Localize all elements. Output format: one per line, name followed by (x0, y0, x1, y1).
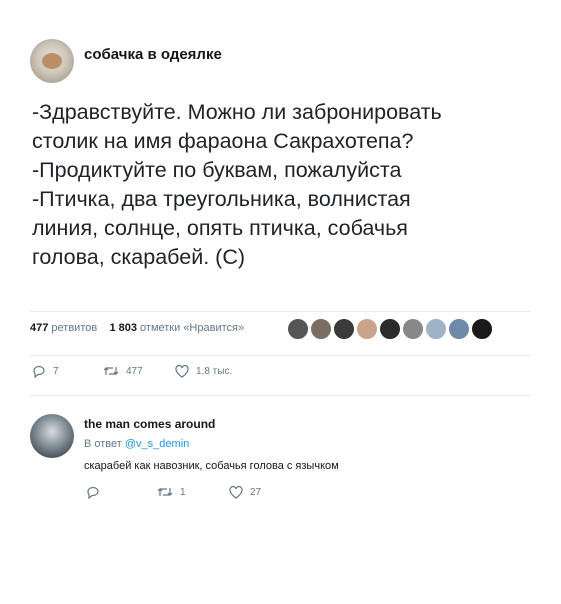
liker-avatar[interactable] (379, 318, 401, 340)
tweet-text-line: линия, солнце, опять птичка, собачья (32, 216, 408, 240)
author-avatar[interactable] (30, 39, 74, 83)
reply-retweet-count: 1 (180, 486, 186, 498)
like-count: 1,8 тыс. (196, 366, 233, 377)
likes-label: отметки «Нравится» (140, 322, 245, 334)
retweet-count: 477 (126, 365, 143, 377)
reply-reply-button[interactable] (86, 486, 107, 499)
divider (30, 355, 531, 356)
heart-icon (175, 365, 189, 378)
reply-context: В ответ @v_s_demin (84, 438, 189, 450)
retweet-button[interactable]: 477 (103, 365, 143, 377)
reply-icon (33, 365, 45, 378)
reply-button[interactable]: 7 (32, 365, 59, 378)
divider (30, 311, 531, 312)
reply-count: 7 (53, 366, 59, 377)
tweet-text-line: -Здравствуйте. Можно ли забронировать (32, 100, 442, 124)
heart-icon (229, 486, 243, 499)
reply-text: скарабей как навозник, собачья голова с … (84, 460, 339, 472)
liker-avatar[interactable] (310, 318, 332, 340)
likes-count: 1 803 (109, 322, 137, 334)
tweet-text-line: столик на имя фараона Сакрахотепа? (32, 129, 414, 153)
author-display-name[interactable]: собачка в одеялке (84, 46, 222, 63)
reply-author-display-name[interactable]: the man comes around (84, 417, 215, 431)
reply-like-button[interactable]: 27 (229, 486, 261, 499)
liker-avatar[interactable] (287, 318, 309, 340)
retweets-stat[interactable]: 477 ретвитов (30, 322, 97, 334)
reply-author-avatar[interactable] (30, 414, 74, 458)
liker-avatar[interactable] (425, 318, 447, 340)
reply-handle-link[interactable]: @v_s_demin (125, 438, 189, 450)
tweet-text-line: -Птичка, два треугольника, волнистая (32, 187, 411, 211)
reply-retweet-button[interactable]: 1 (157, 486, 186, 498)
retweet-icon (103, 367, 119, 375)
reply-like-count: 27 (250, 487, 262, 498)
retweet-icon (157, 488, 173, 496)
divider (30, 395, 531, 396)
liker-avatar[interactable] (356, 318, 378, 340)
liker-avatar[interactable] (471, 318, 493, 340)
liker-avatar[interactable] (402, 318, 424, 340)
retweets-count: 477 (30, 322, 49, 334)
reply-prefix: В ответ (84, 438, 122, 450)
like-button[interactable]: 1,8 тыс. (175, 365, 232, 378)
tweet-text: -Здравствуйте. Можно ли забронировать ст… (32, 98, 532, 272)
reply-icon (87, 486, 99, 499)
tweet-stats: 477 ретвитов 1 803 отметки «Нравится» (30, 322, 244, 334)
liker-avatar[interactable] (448, 318, 470, 340)
tweet-text-line: -Продиктуйте по буквам, пожалуйста (32, 158, 402, 182)
likes-stat[interactable]: 1 803 отметки «Нравится» (109, 322, 244, 334)
tweet-text-line: голова, скарабей. (С) (32, 245, 246, 269)
liker-avatar[interactable] (333, 318, 355, 340)
retweets-label: ретвитов (51, 322, 98, 334)
